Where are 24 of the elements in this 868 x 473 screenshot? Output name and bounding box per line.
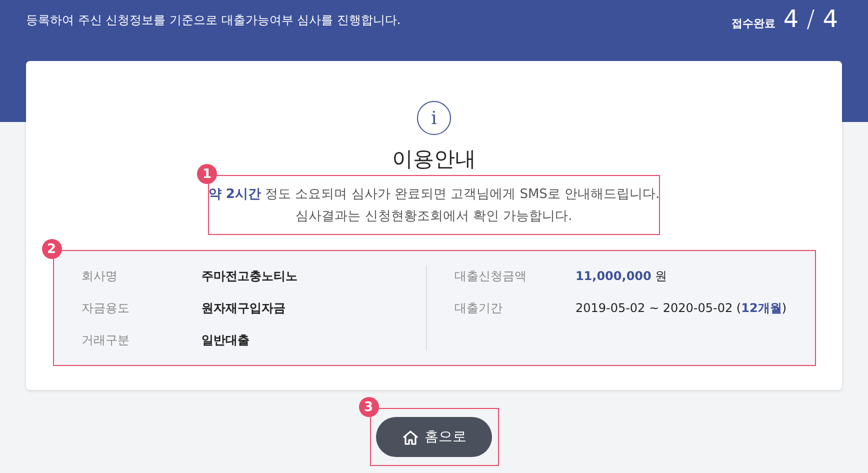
- detail-value: 일반대출: [202, 332, 250, 348]
- home-button[interactable]: 홈으로: [376, 417, 492, 457]
- annotation-badge: 1: [197, 164, 217, 184]
- notice-text: 약 2시간 정도 소요되며 심사가 완료되면 고객님에게 SMS로 안내해드립니다.: [208, 186, 660, 203]
- detail-value: 2019-05-02 ~ 2020-05-02 (12개월): [575, 300, 786, 316]
- step-current: 4: [783, 5, 799, 33]
- step-separator: /: [806, 5, 815, 33]
- info-icon: i: [417, 101, 451, 135]
- step-total: 4: [822, 5, 838, 33]
- detail-label: 회사명: [82, 268, 118, 284]
- detail-value: 11,000,000 원: [575, 268, 668, 284]
- annotation-badge: 3: [358, 397, 378, 417]
- detail-value: 원자재구입자금: [202, 300, 286, 316]
- notice-text: 심사결과는 신청현황조회에서 확인 가능합니다.: [296, 208, 572, 225]
- header-subtitle: 등록하여 주신 신청정보를 기준으로 대출가능여부 심사를 진행합니다.: [26, 12, 401, 29]
- detail-label: 대출신청금액: [454, 268, 528, 284]
- annotation-badge: 2: [42, 239, 62, 259]
- status-label: 접수완료: [731, 16, 776, 31]
- detail-value: 주마전고충노티노: [202, 268, 298, 284]
- detail-label: 거래구분: [82, 332, 130, 348]
- detail-label: 자금용도: [82, 300, 130, 316]
- home-icon: [402, 430, 418, 444]
- notice-title: 이용안내: [392, 146, 476, 173]
- detail-label: 대출기간: [454, 300, 504, 316]
